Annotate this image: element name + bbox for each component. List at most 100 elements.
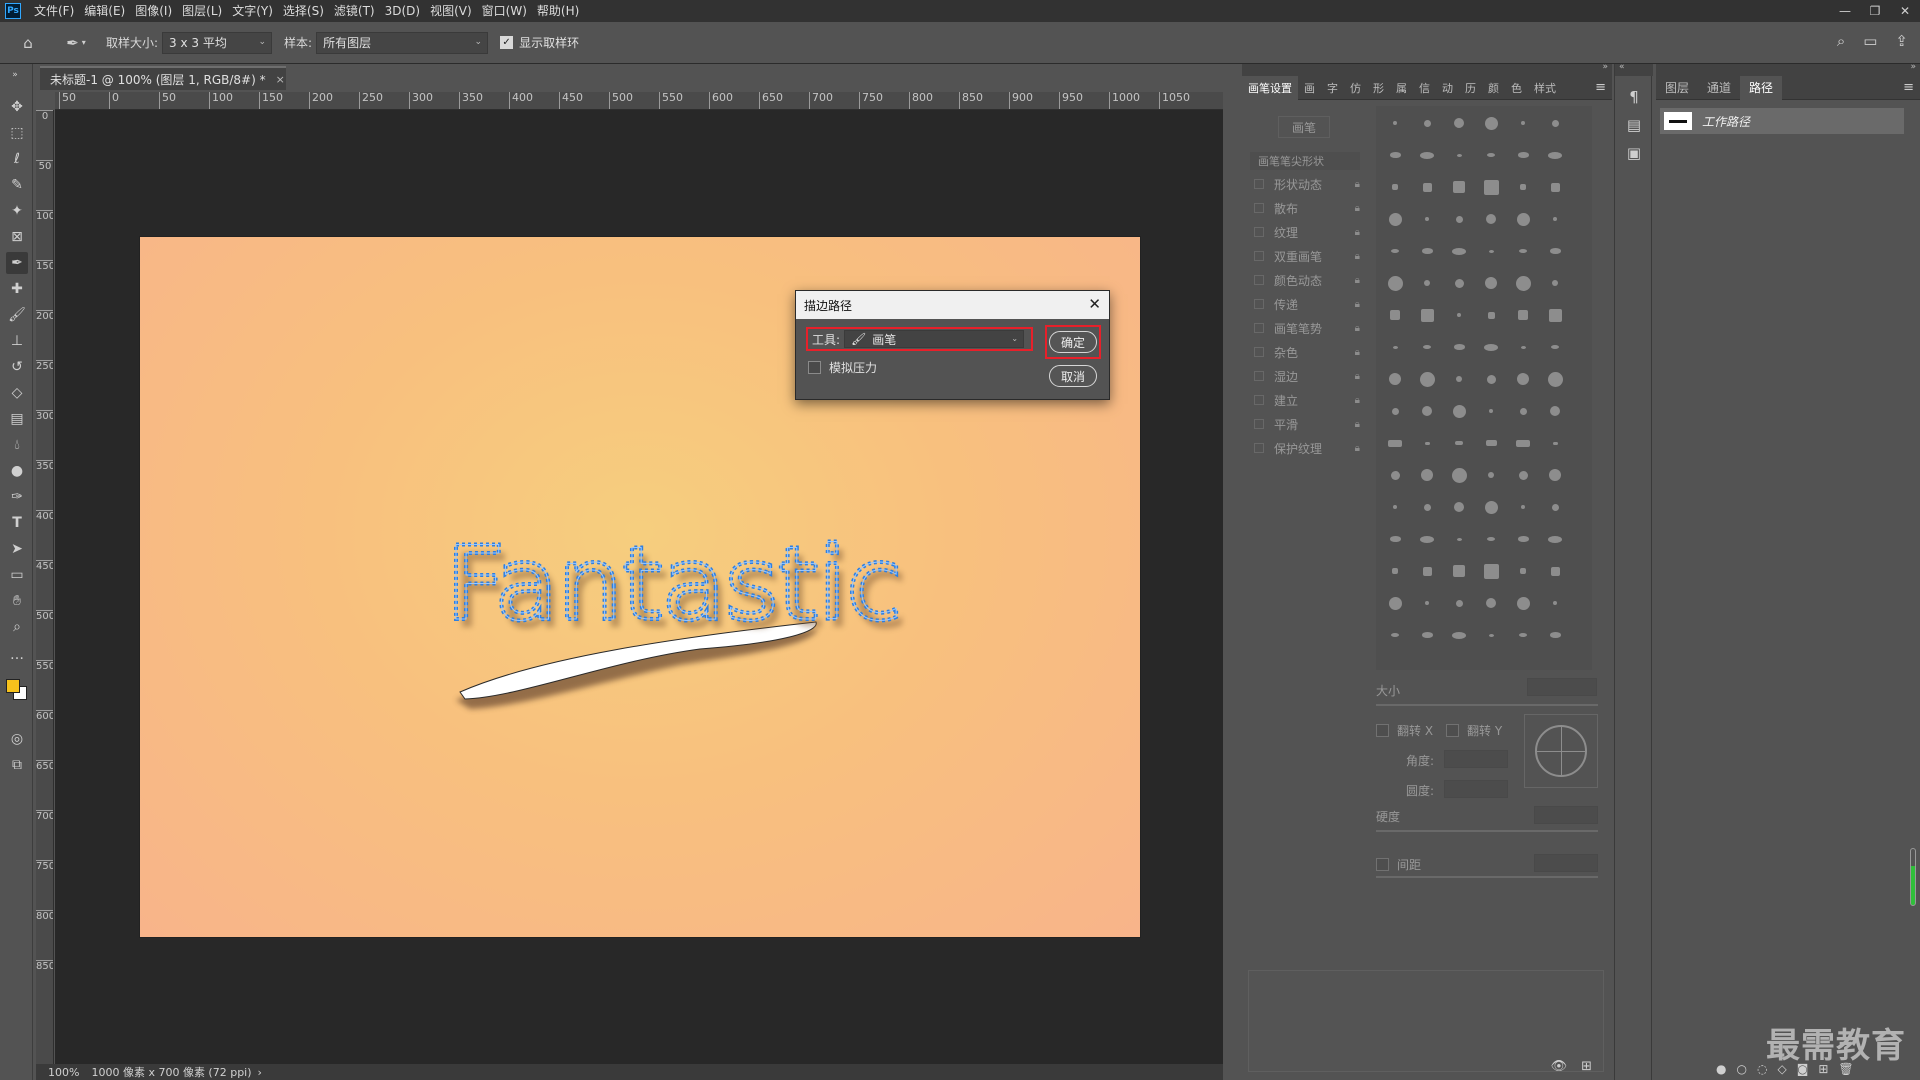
brush-preset[interactable]	[1510, 430, 1536, 456]
frame-tool-icon[interactable]: ⊠	[6, 226, 28, 248]
menu-item[interactable]: 图像(I)	[130, 0, 177, 22]
stamp-tool-icon[interactable]: ⊥	[6, 330, 28, 352]
brush-preset[interactable]	[1478, 590, 1504, 616]
brush-preset[interactable]	[1478, 238, 1504, 264]
brush-preset[interactable]	[1478, 206, 1504, 232]
brush-preset[interactable]	[1542, 494, 1568, 520]
status-arrow-icon[interactable]: ›	[258, 1066, 262, 1079]
brush-preset[interactable]	[1478, 494, 1504, 520]
spacing-field[interactable]	[1534, 854, 1598, 872]
brush-preset[interactable]	[1414, 590, 1440, 616]
lasso-tool-icon[interactable]: ℓ	[6, 148, 28, 170]
brush-preset[interactable]	[1542, 526, 1568, 552]
brush-preset[interactable]	[1414, 366, 1440, 392]
spacing-option[interactable]: 间距	[1376, 856, 1421, 873]
brush-preset[interactable]	[1382, 526, 1408, 552]
panel-menu-icon[interactable]: ≡	[1903, 80, 1914, 95]
brush-preset[interactable]	[1478, 622, 1504, 648]
hand-tool-icon[interactable]: ✋︎	[6, 590, 28, 612]
brush-preset[interactable]	[1542, 558, 1568, 584]
blur-tool-icon[interactable]: 💧︎	[6, 434, 28, 456]
flip-x-option[interactable]: 翻转 X	[1376, 722, 1433, 739]
eyedropper-preset-icon[interactable]: ✒︎ ▾	[58, 34, 94, 52]
status-zoom[interactable]: 100%	[48, 1066, 79, 1079]
flip-y-checkbox[interactable]	[1446, 724, 1459, 737]
roundness-field[interactable]	[1444, 780, 1508, 798]
simulate-pressure-checkbox[interactable]	[808, 361, 821, 374]
brush-preset[interactable]	[1414, 270, 1440, 296]
brush-preset[interactable]	[1510, 238, 1536, 264]
brush-preset[interactable]	[1414, 302, 1440, 328]
tool-select[interactable]: 🖌︎ 画笔 ⌄	[844, 330, 1025, 348]
close-icon[interactable]: ✕	[1890, 0, 1920, 22]
brush-preset[interactable]	[1510, 398, 1536, 424]
document-tab[interactable]: 未标题-1 @ 100% (图层 1, RGB/8#) * ×	[40, 66, 286, 90]
brush-preset[interactable]	[1414, 334, 1440, 360]
brush-preset[interactable]	[1542, 590, 1568, 616]
brush-preset[interactable]	[1414, 174, 1440, 200]
brush-preset[interactable]	[1382, 334, 1408, 360]
brush-preset[interactable]	[1510, 142, 1536, 168]
flip-x-checkbox[interactable]	[1376, 724, 1389, 737]
brush-preset[interactable]	[1382, 590, 1408, 616]
brush-preset[interactable]	[1510, 590, 1536, 616]
brush-option-checkbox[interactable]	[1254, 323, 1264, 333]
size-slider[interactable]	[1376, 704, 1598, 706]
lock-icon[interactable]: 🔒︎	[1355, 323, 1360, 334]
brush-tool-icon[interactable]: 🖌︎	[6, 304, 28, 326]
brush-preset[interactable]	[1446, 526, 1472, 552]
brush-preset[interactable]	[1382, 270, 1408, 296]
brush-panel-tab[interactable]: 样式	[1528, 80, 1562, 96]
quick-mask-icon[interactable]: ◎	[6, 728, 28, 750]
stroke-path-icon[interactable]: ○	[1736, 1062, 1746, 1076]
brush-preset[interactable]	[1414, 462, 1440, 488]
brush-preset[interactable]	[1414, 238, 1440, 264]
brush-tip-shape[interactable]: 画笔笔尖形状	[1250, 152, 1360, 170]
eyedropper-tool-icon[interactable]: ✒︎	[6, 252, 28, 274]
properties-icon[interactable]: ▤	[1623, 114, 1645, 136]
paths-panel-tab[interactable]: 路径	[1740, 75, 1783, 100]
brush-preset[interactable]	[1510, 366, 1536, 392]
new-preset-icon[interactable]: ⊞	[1581, 1059, 1592, 1074]
brush-option-checkbox[interactable]	[1254, 299, 1264, 309]
brush-preset[interactable]	[1382, 366, 1408, 392]
lock-icon[interactable]: 🔒︎	[1355, 227, 1360, 238]
quick-select-tool-icon[interactable]: ✎	[6, 174, 28, 196]
brush-option-checkbox[interactable]	[1254, 227, 1264, 237]
brush-panel-tab[interactable]: 属	[1390, 80, 1413, 96]
restore-icon[interactable]: ❐	[1860, 0, 1890, 22]
spacing-checkbox[interactable]	[1376, 858, 1389, 871]
gradient-tool-icon[interactable]: ▤	[6, 408, 28, 430]
brush-option-checkbox[interactable]	[1254, 275, 1264, 285]
workspace-icon[interactable]: ▭	[1863, 32, 1877, 50]
brush-preset[interactable]	[1510, 494, 1536, 520]
size-field[interactable]	[1527, 678, 1597, 696]
brush-preset[interactable]	[1510, 558, 1536, 584]
flip-y-option[interactable]: 翻转 Y	[1446, 722, 1502, 739]
lock-icon[interactable]: 🔒︎	[1355, 347, 1360, 358]
simulate-pressure-option[interactable]: 模拟压力	[808, 359, 877, 376]
expand-icon[interactable]: «	[1619, 62, 1625, 72]
brush-panel-tab[interactable]: 仿	[1344, 80, 1367, 96]
brush-option-row[interactable]: 散布 🔒︎	[1250, 198, 1366, 218]
collapse-icon[interactable]: »	[1602, 62, 1608, 72]
show-ring-option[interactable]: ✓ 显示取样环	[500, 34, 579, 51]
paths-panel-tab[interactable]: 图层	[1656, 76, 1698, 100]
brush-preset[interactable]	[1446, 302, 1472, 328]
lock-icon[interactable]: 🔒︎	[1355, 443, 1360, 454]
brush-option-checkbox[interactable]	[1254, 179, 1264, 189]
menu-item[interactable]: 选择(S)	[278, 0, 329, 22]
brush-preset[interactable]	[1414, 206, 1440, 232]
brush-option-checkbox[interactable]	[1254, 443, 1264, 453]
brush-option-row[interactable]: 画笔笔势 🔒︎	[1250, 318, 1366, 338]
brush-preset[interactable]	[1414, 110, 1440, 136]
brush-option-row[interactable]: 纹理 🔒︎	[1250, 222, 1366, 242]
brush-preset[interactable]	[1446, 110, 1472, 136]
brush-option-row[interactable]: 保护纹理 🔒︎	[1250, 438, 1366, 458]
paths-panel-tab[interactable]: 通道	[1698, 76, 1740, 100]
hardness-field[interactable]	[1534, 806, 1598, 824]
brush-panel-tab[interactable]: 形	[1367, 80, 1390, 96]
brush-option-row[interactable]: 双重画笔 🔒︎	[1250, 246, 1366, 266]
brush-preset[interactable]	[1382, 206, 1408, 232]
lock-icon[interactable]: 🔒︎	[1355, 395, 1360, 406]
